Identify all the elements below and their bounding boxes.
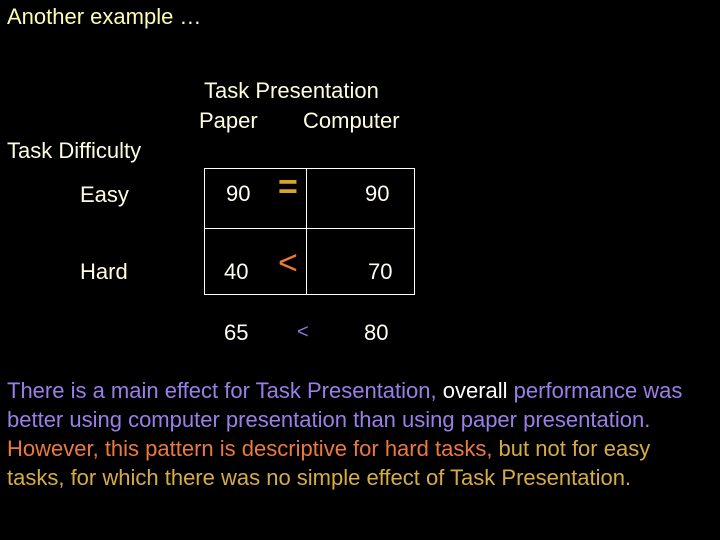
main-effect-text: There is a main effect for Task Presenta… [7, 378, 443, 403]
hard-simple-effect-text: However, this pattern is descriptive for… [7, 436, 499, 461]
grid-line [414, 168, 415, 295]
row-header-easy: Easy [80, 182, 129, 207]
cell-hard-computer: 70 [368, 259, 393, 284]
cell-hard-paper: 40 [224, 259, 249, 284]
grid-line [204, 168, 414, 169]
row-factor-header: Task Difficulty [7, 138, 142, 163]
grid-line [204, 228, 414, 229]
column-factor-header: Task Presentation [204, 78, 379, 103]
easy-comparison-sign: = [278, 168, 298, 206]
row-header-hard: Hard [80, 259, 128, 284]
grid-line [204, 168, 205, 295]
marginal-comparison-sign: < [297, 321, 309, 343]
overall-text: overall [442, 378, 508, 403]
cell-easy-paper: 90 [226, 181, 251, 206]
grid-line [204, 294, 414, 295]
marginal-mean-computer: 80 [364, 320, 389, 345]
column-header-computer: Computer [303, 108, 400, 133]
column-header-paper: Paper [199, 108, 258, 133]
hard-comparison-sign: < [278, 244, 298, 282]
slide-title: Another example … [7, 4, 202, 29]
cell-easy-computer: 90 [365, 181, 390, 206]
marginal-mean-paper: 65 [224, 320, 249, 345]
grid-line [306, 168, 307, 295]
explanation-paragraph: There is a main effect for Task Presenta… [7, 376, 713, 492]
